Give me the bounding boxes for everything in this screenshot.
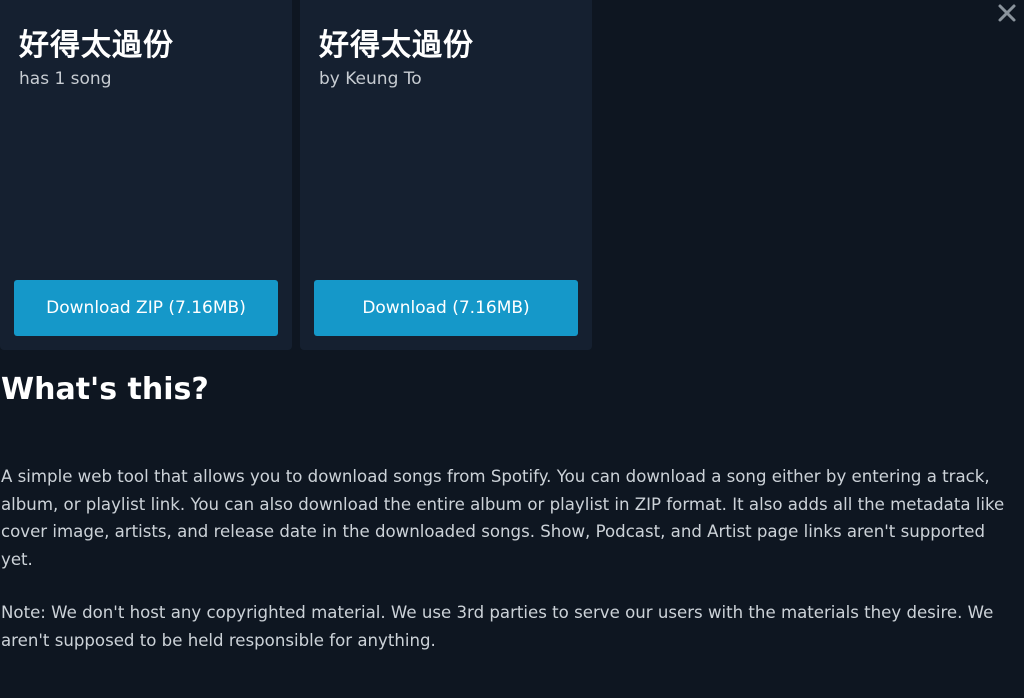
about-description: A simple web tool that allows you to dow… xyxy=(1,467,1005,569)
copyright-note: Note: We don't host any copyrighted mate… xyxy=(1,603,994,650)
whats-this-heading: What's this? xyxy=(1,372,209,407)
track-artist: by Keung To xyxy=(319,69,422,89)
track-title: 好得太過份 xyxy=(319,28,474,63)
album-card: 好得太過份 has 1 song Download ZIP (7.16MB) xyxy=(0,0,292,350)
download-zip-button[interactable]: Download ZIP (7.16MB) xyxy=(14,280,278,336)
close-icon[interactable] xyxy=(996,2,1018,24)
download-track-button[interactable]: Download (7.16MB) xyxy=(314,280,578,336)
download-page: 好得太過份 has 1 song Download ZIP (7.16MB) 好… xyxy=(0,0,1024,698)
track-card: 好得太過份 by Keung To Download (7.16MB) xyxy=(300,0,592,350)
album-title: 好得太過份 xyxy=(19,28,174,63)
album-song-count: has 1 song xyxy=(19,69,112,89)
close-x-icon xyxy=(998,4,1016,22)
